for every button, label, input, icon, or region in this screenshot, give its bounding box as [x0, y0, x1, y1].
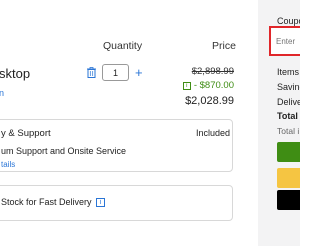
discount-row: i - $870.00: [182, 80, 234, 91]
summary-savings-label: Saving: [277, 82, 300, 92]
summary-total-label: Total: [277, 111, 298, 121]
alternate-pay-button[interactable]: [277, 190, 300, 210]
cart-panel: Quantity Price sktop n + $2,898.99 i - $…: [0, 0, 258, 246]
original-price: $2,898.99: [191, 66, 234, 77]
coupon-label: Coupo: [277, 16, 300, 26]
product-name[interactable]: sktop: [0, 66, 30, 81]
summary-delivery-label: Delive: [277, 97, 300, 107]
delivery-card: Stock for Fast Delivery i: [0, 185, 233, 221]
support-details-link[interactable]: tails: [1, 160, 15, 169]
delivery-card-text: Stock for Fast Delivery: [1, 197, 92, 207]
coupon-field-box: [269, 26, 300, 56]
checkout-button[interactable]: [277, 142, 300, 162]
coupon-input[interactable]: [276, 32, 300, 50]
support-description: um Support and Onsite Service: [1, 146, 127, 156]
trash-icon[interactable]: [87, 67, 96, 78]
increase-quantity-button[interactable]: +: [135, 64, 143, 81]
price-header: Price: [212, 40, 236, 52]
summary-total-info: Total i: [277, 126, 300, 136]
quantity-input[interactable]: [102, 64, 129, 81]
discount-info-icon[interactable]: i: [182, 81, 191, 90]
quantity-header: Quantity: [103, 40, 143, 52]
summary-items-label: Items: [277, 67, 300, 77]
paypal-button[interactable]: [277, 168, 300, 188]
delivery-info-icon[interactable]: i: [96, 198, 106, 208]
discount-amount: - $870.00: [193, 80, 234, 91]
support-included-label: Included: [196, 128, 231, 138]
product-subtext: n: [0, 88, 5, 98]
order-summary-panel: Coupo Items Saving Delive Total Total i: [258, 0, 300, 246]
support-card: y & Support Included um Support and Onsi…: [0, 119, 233, 172]
final-price: $2,028.99: [185, 95, 234, 107]
delivery-card-text-row: Stock for Fast Delivery i: [1, 197, 106, 208]
support-card-title: y & Support: [1, 128, 51, 139]
